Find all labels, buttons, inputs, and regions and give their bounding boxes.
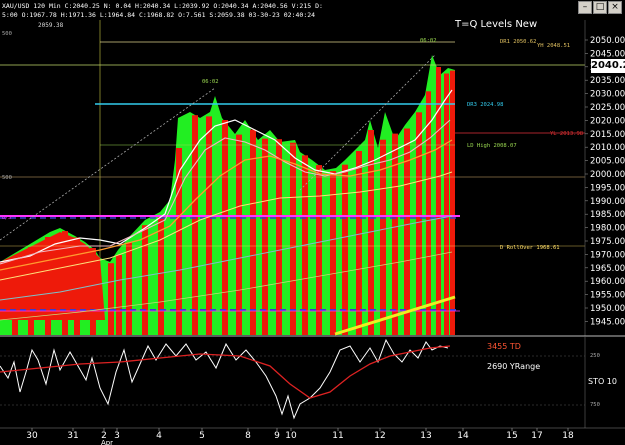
mid-time-tag: 06:02 bbox=[202, 79, 219, 85]
yrange-label: 2690 YRange bbox=[487, 362, 540, 371]
yh-label: YH 2048.51 bbox=[537, 43, 570, 49]
bear-bar bbox=[108, 263, 114, 335]
minimize-button[interactable]: – bbox=[578, 1, 592, 14]
price-axis-label: 2025.00 bbox=[590, 103, 625, 113]
maximize-button[interactable]: □ bbox=[593, 1, 607, 14]
date-label: 14 bbox=[457, 431, 469, 441]
left-axis-label-2: 500 bbox=[2, 175, 12, 181]
left-axis-label-1: 500 bbox=[2, 31, 12, 37]
bear-bar bbox=[158, 215, 164, 335]
bear-bar bbox=[450, 70, 455, 336]
bear-bar bbox=[74, 237, 80, 335]
price-axis-label: 2045.00 bbox=[590, 49, 625, 59]
bear-bar bbox=[426, 91, 431, 336]
price-axis-label: 1965.00 bbox=[590, 264, 625, 274]
date-label: 10 bbox=[285, 431, 297, 441]
price-axis-label: 1985.00 bbox=[590, 210, 625, 220]
bear-bar bbox=[404, 128, 410, 335]
ind-tick-250: 250 bbox=[590, 353, 600, 359]
price-axis-label: 1955.00 bbox=[590, 291, 625, 301]
date-label: 3 bbox=[114, 431, 120, 441]
chart-canvas[interactable]: XAU/USD 120 Min C:2040.25 N: 0.04 H:2040… bbox=[0, 0, 625, 445]
price-axis-label: 1970.00 bbox=[590, 250, 625, 260]
price-axis-label: 2015.00 bbox=[590, 130, 625, 140]
price-axis-label: 1990.00 bbox=[590, 197, 625, 207]
dr1-label: DR1 2050.62 bbox=[500, 39, 536, 45]
ld-high-label: LD High 2008.07 bbox=[467, 143, 517, 149]
bear-bar bbox=[62, 231, 68, 335]
dr3-label: DR3 2024.98 bbox=[467, 102, 503, 108]
date-label: 18 bbox=[562, 431, 574, 441]
date-label: 11 bbox=[332, 431, 343, 441]
bear-bar bbox=[126, 242, 132, 335]
bear-bar bbox=[262, 138, 268, 335]
price-axis-label: 2020.00 bbox=[590, 116, 625, 126]
price-axis-label: 1975.00 bbox=[590, 237, 625, 247]
bear-bar bbox=[28, 247, 34, 335]
date-label: 17 bbox=[531, 431, 542, 441]
top-time-tag: 06:02 bbox=[420, 38, 437, 44]
td-label: 3455 TD bbox=[487, 342, 521, 351]
price-axis-label: 1980.00 bbox=[590, 224, 625, 234]
bear-bar bbox=[444, 73, 449, 335]
bear-bar bbox=[222, 120, 228, 335]
bear-bar bbox=[176, 148, 182, 335]
date-label: 8 bbox=[245, 431, 251, 441]
price-axis-label: 2005.00 bbox=[590, 157, 625, 167]
bear-bar bbox=[12, 256, 18, 335]
price-axis-label: 2030.00 bbox=[590, 90, 625, 100]
bear-bar bbox=[276, 139, 282, 335]
yl-label: YL 2013.98 bbox=[550, 131, 583, 137]
date-label: 5 bbox=[199, 431, 205, 441]
price-axis-label: 2010.00 bbox=[590, 143, 625, 153]
price-axis-label: 1995.00 bbox=[590, 183, 625, 193]
sto-label: STO 10 bbox=[588, 377, 617, 386]
bear-bar bbox=[356, 151, 362, 335]
date-label: 12 bbox=[374, 431, 385, 441]
bar-info-line: 5:00 O:1967.78 H:1971.36 L:1964.84 C:196… bbox=[2, 11, 315, 19]
price-axis-label: 2050.00 bbox=[590, 36, 625, 46]
price-axis-label: 1960.00 bbox=[590, 277, 625, 287]
price-axis-label: 2000.00 bbox=[590, 170, 625, 180]
date-label: 31 bbox=[67, 431, 78, 441]
bear-bar bbox=[45, 237, 51, 335]
bear-bar bbox=[116, 255, 122, 335]
month-label: Apr bbox=[101, 439, 113, 445]
chart-title: T=Q Levels New bbox=[454, 19, 537, 30]
price-axis-label: 2035.00 bbox=[590, 76, 625, 86]
date-label: 4 bbox=[156, 431, 162, 441]
quote-line: XAU/USD 120 Min C:2040.25 N: 0.04 H:2040… bbox=[2, 2, 323, 10]
bear-bar bbox=[250, 129, 256, 335]
date-label: 13 bbox=[420, 431, 431, 441]
current-price-tag: 2040.25 bbox=[591, 59, 625, 73]
bear-bar bbox=[142, 225, 148, 335]
date-label: 30 bbox=[26, 431, 38, 441]
price-axis-label: 1945.00 bbox=[590, 317, 625, 327]
date-label: 9 bbox=[274, 431, 280, 441]
price-axis-label: 1950.00 bbox=[590, 304, 625, 314]
left-tag: 2059.38 bbox=[38, 22, 64, 29]
ind-tick-750: 750 bbox=[590, 402, 600, 408]
bear-bar bbox=[290, 142, 296, 335]
rollover-label: D RollOver 1968.61 bbox=[500, 245, 560, 251]
date-label: 15 bbox=[506, 431, 517, 441]
close-button[interactable]: × bbox=[608, 1, 622, 14]
magenta-tag: B/S bbox=[2, 215, 11, 221]
